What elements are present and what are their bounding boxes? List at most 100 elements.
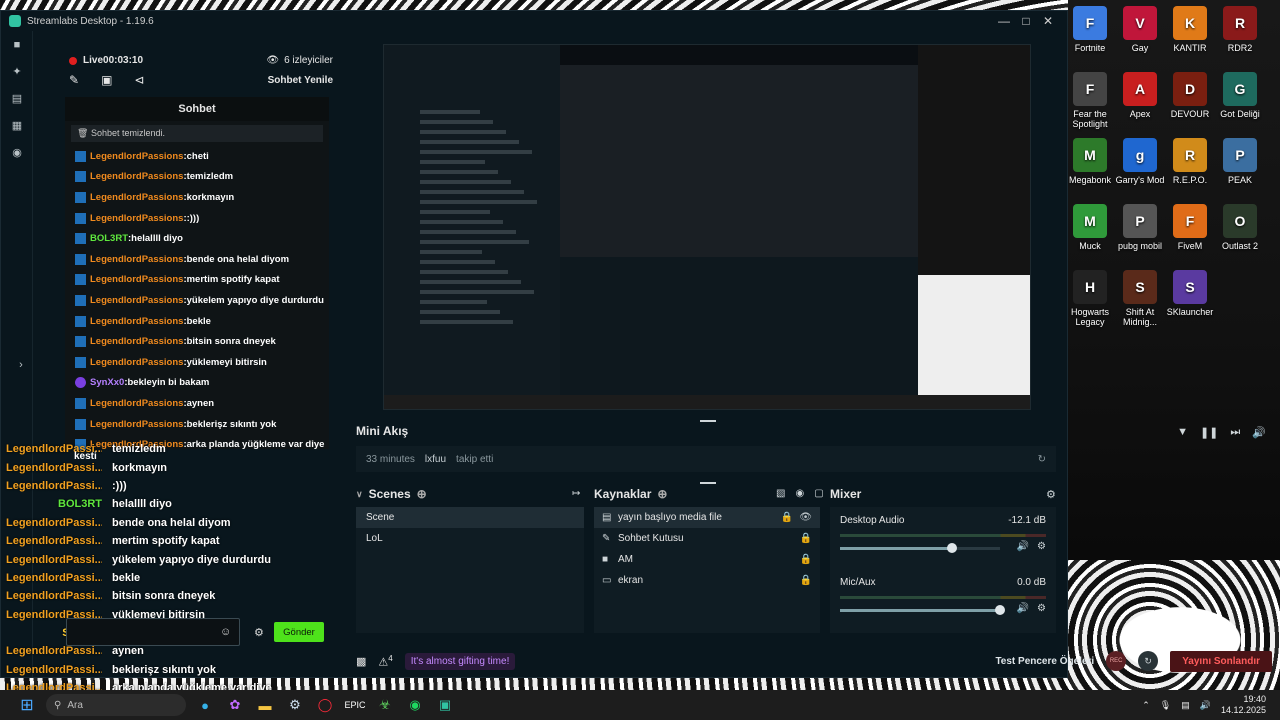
- chat-username[interactable]: LegendlordPassions: [90, 295, 183, 306]
- chat-username[interactable]: LegendlordPassions: [90, 274, 183, 285]
- add-scene-icon[interactable]: ⊕: [417, 487, 427, 501]
- clock[interactable]: 19:40 14.12.2025: [1221, 694, 1266, 716]
- edge-icon[interactable]: ●: [190, 690, 220, 720]
- desktop-shortcut[interactable]: P PEAK: [1210, 138, 1270, 185]
- volume-knob[interactable]: [947, 543, 957, 553]
- resize-handle[interactable]: [700, 420, 716, 422]
- source-item[interactable]: ■ AM 🔒: [594, 549, 820, 570]
- tray-chevron-icon[interactable]: ⌃: [1142, 700, 1150, 711]
- stats-icon[interactable]: ▩: [356, 655, 366, 668]
- chat-username[interactable]: LegendlordPassions: [90, 192, 183, 203]
- chat-username[interactable]: LegendlordPassions: [90, 419, 183, 430]
- gifting-banner[interactable]: It's almost gifting time!: [404, 652, 516, 670]
- filter-icon[interactable]: ▼: [1177, 426, 1188, 439]
- lock-icon[interactable]: 🔒: [800, 575, 812, 586]
- add-source-icon[interactable]: ⊕: [657, 487, 667, 501]
- send-button[interactable]: Gönder: [274, 622, 324, 642]
- scene-item-scene[interactable]: Scene: [356, 507, 584, 528]
- chat-username[interactable]: LegendlordPassions: [90, 151, 183, 162]
- layout-icon[interactable]: ▦: [1, 112, 33, 139]
- network-icon[interactable]: ▤: [1181, 700, 1190, 711]
- channel-gear-icon[interactable]: ⚙: [1037, 603, 1046, 614]
- chat-text: bitsin sonra dneyek: [186, 336, 276, 348]
- collapse-chevron-icon[interactable]: ∨: [356, 489, 363, 500]
- steam-icon[interactable]: ⚙: [280, 690, 310, 720]
- chat-username[interactable]: LegendlordPassions: [90, 316, 183, 327]
- mixer-settings-gear-icon[interactable]: ⚙: [1046, 488, 1056, 501]
- test-widgets-label[interactable]: Test Pencere Ögeleri: [995, 656, 1094, 667]
- chat-settings-gear-icon[interactable]: ⚙: [254, 626, 264, 639]
- volume-icon[interactable]: 🔊: [1252, 426, 1266, 439]
- source-item[interactable]: ▤ yayın başlıyo media file 🔒 👁: [594, 507, 820, 528]
- chat-username[interactable]: SynXx0: [90, 377, 124, 388]
- volume-slider[interactable]: [840, 605, 1005, 615]
- epic-games-icon[interactable]: EPIC: [340, 690, 370, 720]
- replay-buffer-icon[interactable]: ↻: [1138, 651, 1159, 671]
- visibility-icon[interactable]: 👁: [799, 512, 812, 523]
- chat-username[interactable]: BOL3RT: [90, 233, 128, 244]
- source-folder-icon[interactable]: ▢: [814, 488, 823, 499]
- preview-chat-line: [420, 190, 524, 194]
- desktop-shortcut[interactable]: S SKlauncher: [1160, 270, 1220, 317]
- opera-icon[interactable]: ◯: [310, 690, 340, 720]
- chat-username[interactable]: LegendlordPassions: [90, 357, 183, 368]
- chat-username[interactable]: LegendlordPassions: [90, 336, 183, 347]
- stream-preview[interactable]: [383, 44, 1031, 410]
- xbox-icon[interactable]: ☣: [370, 690, 400, 720]
- file-explorer-icon[interactable]: ▬: [250, 690, 280, 720]
- copilot-icon[interactable]: ✿: [220, 690, 250, 720]
- record-button[interactable]: REC: [1106, 651, 1127, 671]
- speaker-tray-icon[interactable]: 🔊: [1200, 700, 1211, 711]
- refresh-chat-button[interactable]: Sohbet Yenile: [268, 75, 333, 86]
- lock-icon[interactable]: 🔒: [781, 512, 793, 523]
- source-item[interactable]: ✎ Sohbet Kutusu 🔒: [594, 528, 820, 549]
- desktop-shortcut[interactable]: R RDR2: [1210, 6, 1270, 53]
- desktop-shortcut[interactable]: G Got Deliği: [1210, 72, 1270, 119]
- source-label: AM: [618, 554, 633, 565]
- microphone-icon[interactable]: 🎙: [1160, 700, 1171, 711]
- share-icon[interactable]: ⊲: [134, 73, 144, 87]
- clock-time: 19:40: [1243, 694, 1266, 704]
- group-icon[interactable]: ◉: [795, 488, 804, 499]
- chat-cleared-text: Sohbet temizlendi.: [90, 128, 165, 138]
- minimize-button[interactable]: —: [993, 14, 1015, 28]
- source-item[interactable]: ▭ ekran 🔒: [594, 570, 820, 591]
- volume-slider[interactable]: [840, 543, 1000, 553]
- maximize-button[interactable]: □: [1015, 14, 1037, 28]
- volume-knob[interactable]: [995, 605, 1005, 615]
- streamlabs-taskbar-icon[interactable]: ▣: [430, 690, 460, 720]
- chat-tools: ✎ ▣ ⊲: [69, 73, 144, 87]
- channel-gear-icon[interactable]: ⚙: [1037, 541, 1046, 552]
- refresh-icon[interactable]: ↻: [1038, 454, 1046, 465]
- folder-icon[interactable]: ▧: [776, 488, 785, 499]
- lock-icon[interactable]: 🔒: [800, 533, 812, 544]
- store-icon[interactable]: ▤: [1, 85, 33, 112]
- chat-username[interactable]: LegendlordPassions: [90, 398, 183, 409]
- chat-message-input[interactable]: [66, 618, 240, 646]
- lock-icon[interactable]: 🔒: [800, 554, 812, 565]
- spotify-icon[interactable]: ◉: [400, 690, 430, 720]
- chat-username[interactable]: LegendlordPassions: [90, 213, 183, 224]
- chat-username[interactable]: LegendlordPassions: [90, 171, 183, 182]
- chat-username[interactable]: LegendlordPassions: [90, 254, 183, 265]
- scene-transition-icon[interactable]: ↦: [572, 488, 580, 499]
- alerts-button[interactable]: ⚠4: [378, 654, 392, 669]
- dashboard-icon[interactable]: ▣: [101, 73, 112, 87]
- themes-icon[interactable]: ✦: [1, 58, 33, 85]
- end-stream-button[interactable]: Yayını Sonlandır: [1170, 650, 1272, 672]
- resize-handle-2[interactable]: [700, 482, 716, 484]
- scene-item-lol[interactable]: LoL: [356, 528, 584, 549]
- home-icon[interactable]: ■: [1, 31, 33, 58]
- record-icon[interactable]: ◉: [1, 139, 33, 166]
- taskbar-search[interactable]: ⚲ Ara: [46, 694, 186, 716]
- edit-icon[interactable]: ✎: [69, 73, 79, 87]
- desktop-shortcut[interactable]: O Outlast 2: [1210, 204, 1270, 251]
- speaker-icon[interactable]: 🔊: [1017, 603, 1029, 614]
- skip-icon[interactable]: ⏭: [1230, 426, 1240, 439]
- mini-feed-time: 33 minutes: [366, 453, 415, 465]
- speaker-icon[interactable]: 🔊: [1017, 541, 1029, 552]
- close-button[interactable]: ✕: [1037, 14, 1059, 28]
- pause-icon[interactable]: ❚❚: [1200, 426, 1218, 439]
- windows-start-icon[interactable]: ⊞: [12, 690, 42, 720]
- emoji-icon[interactable]: ☺: [220, 626, 231, 638]
